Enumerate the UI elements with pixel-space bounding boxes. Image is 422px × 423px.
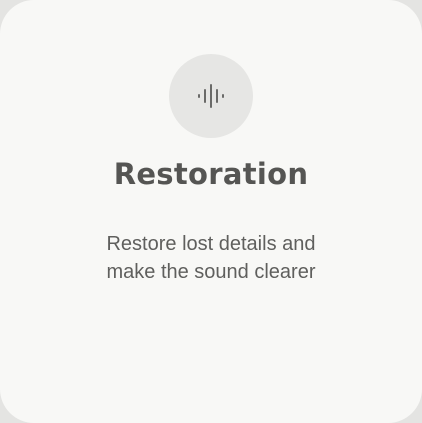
card-description: Restore lost details and make the sound … bbox=[106, 233, 316, 283]
restoration-card[interactable]: Restoration Restore lost details and mak… bbox=[0, 0, 422, 423]
icon-badge bbox=[169, 54, 253, 138]
sound-wave-icon bbox=[198, 84, 224, 108]
card-title: Restoration bbox=[113, 157, 309, 191]
